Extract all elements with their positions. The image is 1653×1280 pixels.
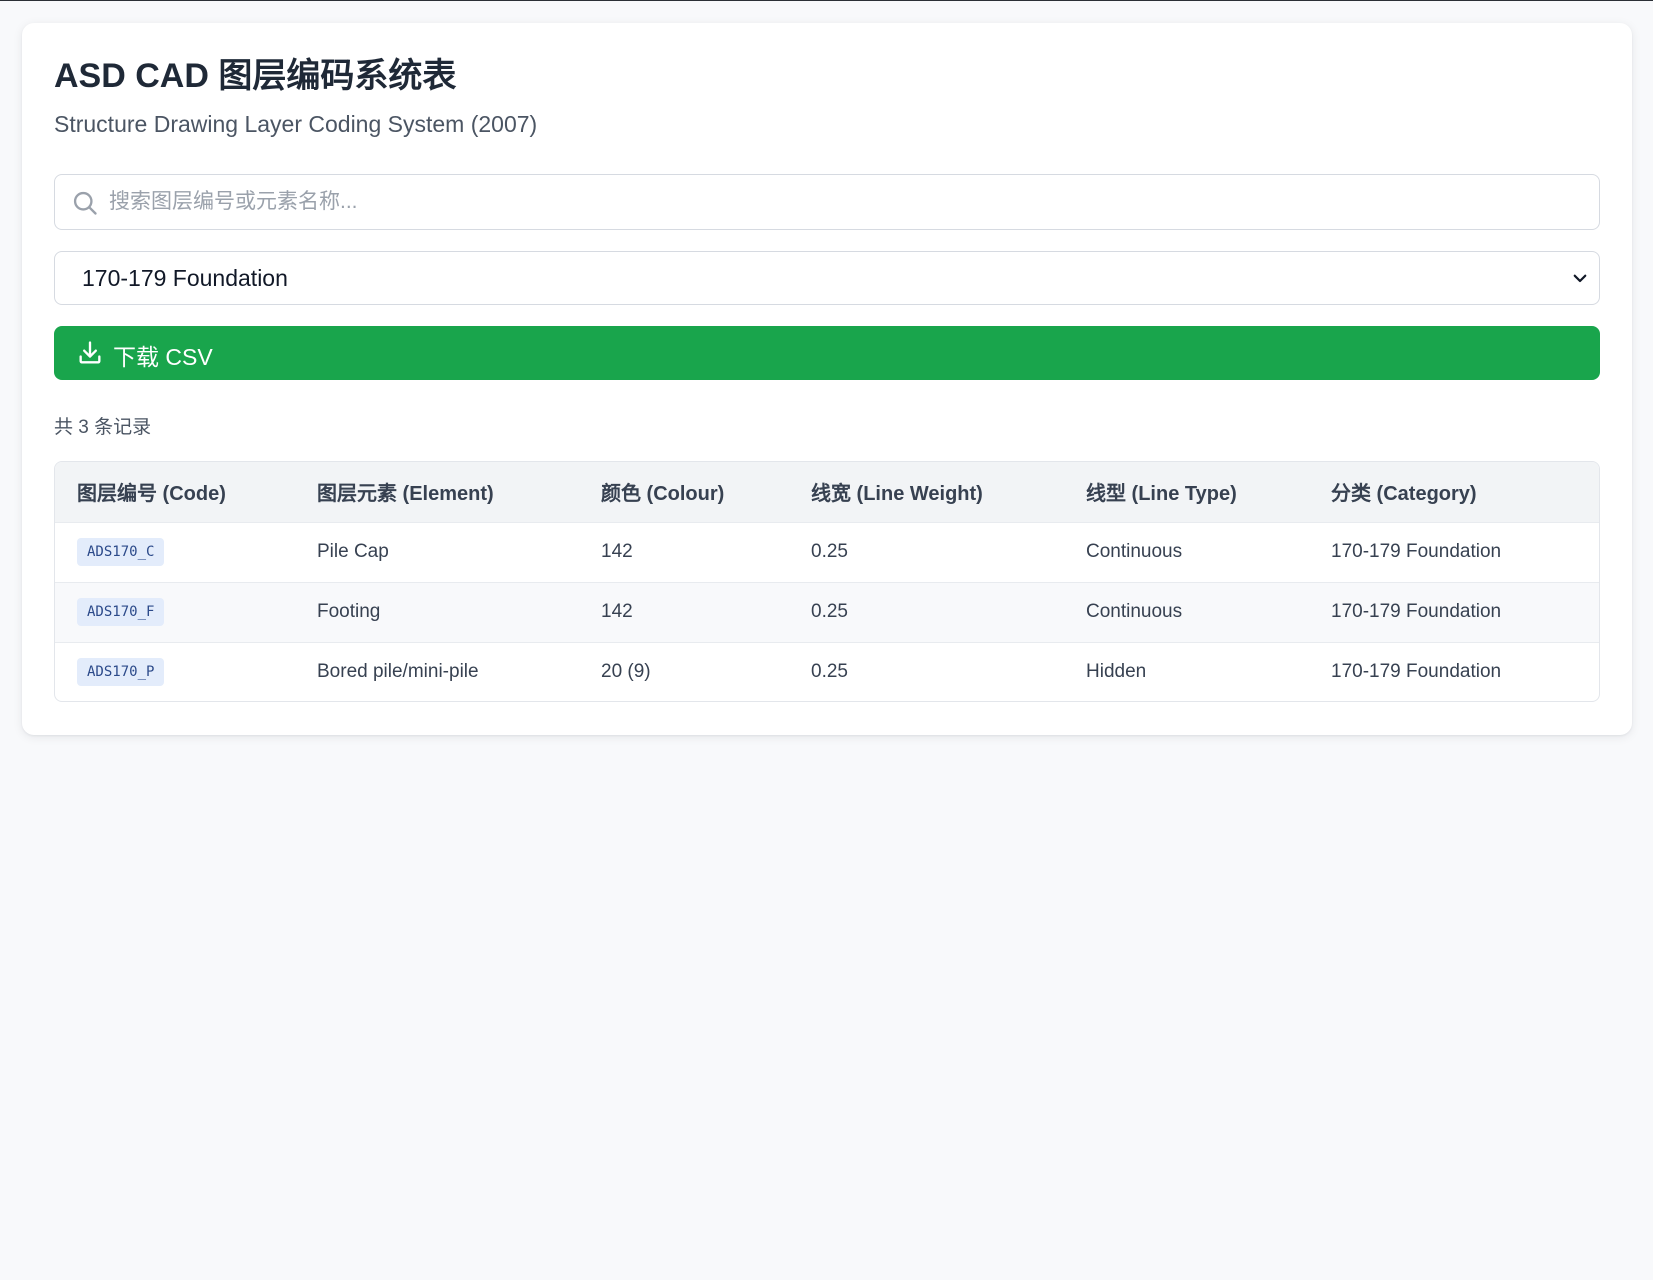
cell-code: ADS170_F <box>55 582 295 642</box>
cell-line-weight: 0.25 <box>811 541 848 562</box>
header-element[interactable]: 图层元素 (Element) <box>295 462 579 522</box>
search-icon <box>73 191 97 215</box>
cell-category: 170-179 Foundation <box>1331 661 1502 683</box>
chevron-down-icon <box>1573 274 1587 283</box>
header-line-weight[interactable]: 线宽 (Line Weight) <box>789 462 1064 522</box>
search-input[interactable] <box>109 183 1579 221</box>
page-subtitle: Structure Drawing Layer Coding System (2… <box>54 111 538 137</box>
cell-line-type: Continuous <box>1086 601 1183 622</box>
cell-colour: 20 (9) <box>601 661 651 683</box>
search-box[interactable] <box>54 174 1600 230</box>
cell-element: Pile Cap <box>317 541 389 562</box>
cell-category: 170-179 Foundation <box>1331 541 1502 562</box>
table-row[interactable]: ADS170_C Pile Cap 142 0.25 Continuous 17… <box>55 522 1599 582</box>
cell-element: Bored pile/mini-pile <box>317 661 479 683</box>
cell-element: Footing <box>317 601 381 622</box>
category-select[interactable]: 170-179 Foundation <box>54 251 1600 305</box>
cell-code: ADS170_P <box>55 642 295 701</box>
download-csv-label: 下载 CSV <box>113 344 213 370</box>
main-card: ASD CAD 图层编码系统表 Structure Drawing Layer … <box>22 23 1632 735</box>
download-csv-button[interactable]: 下载 CSV <box>54 326 1600 380</box>
cell-colour: 142 <box>601 601 633 622</box>
cell-category: 170-179 Foundation <box>1331 601 1502 622</box>
table-row[interactable]: ADS170_F Footing 142 0.25 Continuous 170… <box>55 582 1599 642</box>
cell-line-weight: 0.25 <box>811 661 848 683</box>
window-top-border <box>0 0 1653 1</box>
table-header-row: 图层编号 (Code) 图层元素 (Element) 颜色 (Colour) 线… <box>55 462 1599 522</box>
cell-colour: 142 <box>601 541 633 562</box>
layer-table: 图层编号 (Code) 图层元素 (Element) 颜色 (Colour) 线… <box>55 462 1599 701</box>
cell-code: ADS170_C <box>55 522 295 582</box>
download-icon <box>79 341 101 364</box>
header-code[interactable]: 图层编号 (Code) <box>55 462 295 522</box>
cell-line-type: Continuous <box>1086 541 1183 562</box>
code-badge: ADS170_F <box>77 598 165 626</box>
cell-line-type: Hidden <box>1086 661 1147 683</box>
code-badge: ADS170_P <box>77 658 165 687</box>
table-row[interactable]: ADS170_P Bored pile/mini-pile 20 (9) 0.2… <box>55 642 1599 701</box>
header-colour[interactable]: 颜色 (Colour) <box>579 462 789 522</box>
code-badge: ADS170_C <box>77 538 165 566</box>
category-select-value: 170-179 Foundation <box>82 265 288 291</box>
cell-line-weight: 0.25 <box>811 601 848 622</box>
layer-table-container: 图层编号 (Code) 图层元素 (Element) 颜色 (Colour) 线… <box>54 461 1600 702</box>
header-line-type[interactable]: 线型 (Line Type) <box>1064 462 1309 522</box>
page-title: ASD CAD 图层编码系统表 <box>54 57 457 95</box>
record-count: 共 3 条记录 <box>54 417 152 438</box>
header-category[interactable]: 分类 (Category) <box>1309 462 1599 522</box>
